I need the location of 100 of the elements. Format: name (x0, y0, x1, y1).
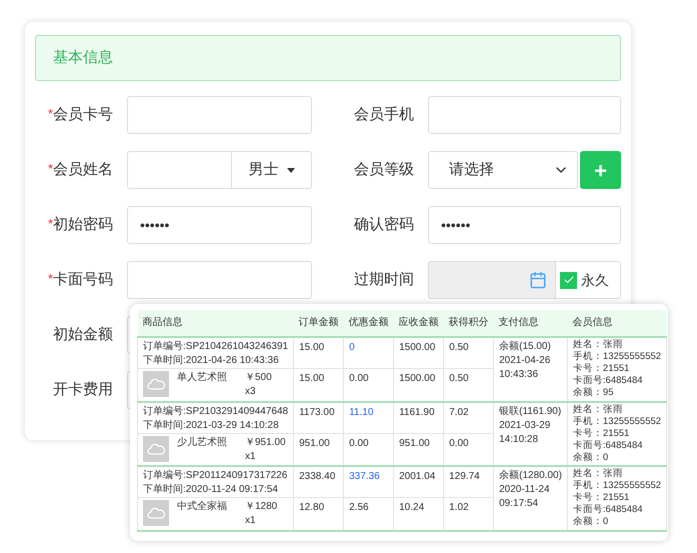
required-asterisk: * (48, 270, 53, 288)
product-quantity: x1 (245, 514, 257, 528)
required-asterisk: * (48, 160, 53, 178)
input-field[interactable]: •••••• (428, 206, 621, 244)
cloud-icon (147, 507, 165, 519)
payment-info: 09:17:54 (499, 497, 540, 511)
field-label: 过期时间 (354, 270, 414, 290)
field-label: 初始金额 (53, 324, 113, 345)
field-label: 开卡费用 (53, 380, 113, 400)
member-info: 姓名：张雨 (572, 404, 624, 416)
product-name: 中式全家福 (177, 500, 228, 514)
field-label: 卡面号码 (53, 270, 113, 290)
receivable-amount: 1161.90 (399, 406, 435, 418)
payment-info: 银联(1161.90) (499, 404, 562, 418)
field-label: 会员卡号 (53, 104, 113, 125)
section-header: 基本信息 (35, 35, 621, 81)
cloud-icon (147, 442, 165, 454)
field-label: 会员等级 (354, 160, 414, 180)
field-label: 确认密码 (354, 214, 414, 235)
required-asterisk: * (48, 214, 53, 233)
discount-amount: 337.36 (349, 471, 380, 482)
input-field[interactable] (127, 96, 312, 134)
item-points: 0.50 (449, 373, 469, 384)
discount-amount: 11.10 (349, 406, 374, 418)
order-amount: 2338.40 (299, 471, 336, 482)
column-header: 应收金额 (394, 310, 444, 337)
payment-info: 2021-03-29 (499, 418, 552, 432)
gender-select[interactable]: 男士 (232, 151, 312, 189)
payment-info: 2021-04-26 (499, 354, 552, 368)
member-info: 卡面号:6485484 (572, 440, 644, 452)
member-info: 卡面号:6485484 (572, 504, 644, 516)
calendar-icon (529, 271, 547, 289)
product-quantity: x1 (245, 450, 257, 464)
field-label: 初始密码 (53, 214, 113, 235)
points: 129.74 (449, 471, 480, 482)
item-discount: 0.00 (349, 438, 369, 448)
column-header: 支付信息 (494, 310, 568, 337)
item-receivable: 1500.00 (399, 373, 436, 384)
date-field[interactable] (428, 261, 556, 299)
member-info: 卡号：21551 (572, 428, 630, 440)
product-price: ￥500 (245, 371, 272, 385)
checkbox[interactable] (560, 272, 577, 288)
caret-icon (286, 168, 294, 172)
product-quantity: x3 (245, 385, 257, 399)
item-points: 1.02 (449, 502, 469, 513)
level-select[interactable]: 请选择 (428, 151, 578, 189)
input-field[interactable] (127, 151, 232, 189)
item-receivable: 951.00 (399, 438, 430, 448)
item-points: 0.00 (449, 438, 469, 448)
item-discount: 2.56 (349, 502, 369, 513)
input-field[interactable]: •••••• (127, 206, 312, 244)
discount-amount: 0 (349, 342, 355, 353)
member-info: 卡面号:6485484 (572, 375, 644, 387)
product-price: ￥951.00 (245, 436, 286, 450)
item-amount: 15.00 (299, 373, 324, 384)
field-label: 会员手机 (354, 104, 414, 125)
product-price: ￥1280 (245, 500, 278, 514)
column-header: 商品信息 (138, 310, 294, 337)
points: 0.50 (449, 342, 469, 353)
column-header: 优惠金额 (344, 310, 394, 337)
member-info: 卡号：21551 (572, 363, 630, 375)
points: 7.02 (449, 406, 469, 418)
required-asterisk: * (48, 104, 53, 123)
input-field[interactable] (127, 261, 312, 299)
payment-info: 2020-11-24 (499, 483, 551, 497)
payment-info: 14:10:28 (499, 432, 540, 446)
member-info: 姓名：张雨 (572, 468, 624, 480)
payment-info: 10:43:36 (499, 368, 540, 382)
order-number: 订单编号:SP2104261043246391 (143, 340, 288, 354)
order-number: 订单编号:SP2011240917317226 (143, 469, 288, 483)
member-info: 姓名：张雨 (572, 339, 624, 351)
product-name: 单人艺术照 (177, 371, 228, 385)
item-discount: 0.00 (349, 373, 369, 384)
member-info: 余额：0 (572, 516, 610, 528)
check-icon (562, 274, 574, 286)
member-info: 余额：0 (572, 452, 610, 464)
payment-info: 余额(15.00) (499, 340, 552, 354)
member-info: 手机：13255555552 (572, 351, 662, 363)
field-label: 会员姓名 (53, 160, 113, 180)
order-time: 下单时间:2021-03-29 14:10:28 (143, 418, 280, 432)
order-time: 下单时间:2021-04-26 10:43:36 (143, 354, 280, 368)
member-info: 手机：13255555552 (572, 480, 662, 492)
payment-info: 余额(1280.00) (499, 469, 562, 483)
column-header: 获得积分 (444, 310, 494, 337)
product-name: 少儿艺术照 (177, 436, 228, 450)
checkbox-label: 永久 (581, 270, 609, 290)
cloud-icon (147, 378, 165, 390)
receivable-amount: 2001.04 (399, 471, 436, 482)
order-amount: 1173.00 (299, 406, 335, 418)
column-header: 订单金额 (294, 310, 344, 337)
input-field[interactable] (428, 96, 621, 134)
item-receivable: 10.24 (399, 502, 424, 513)
column-header: 会员信息 (567, 310, 667, 337)
member-info: 余额：95 (572, 387, 614, 399)
item-amount: 12.80 (299, 502, 324, 513)
item-amount: 951.00 (299, 438, 330, 448)
order-amount: 15.00 (299, 342, 324, 353)
member-info: 手机：13255555552 (572, 416, 662, 428)
receivable-amount: 1500.00 (399, 342, 436, 353)
member-info: 卡号：21551 (572, 492, 630, 504)
